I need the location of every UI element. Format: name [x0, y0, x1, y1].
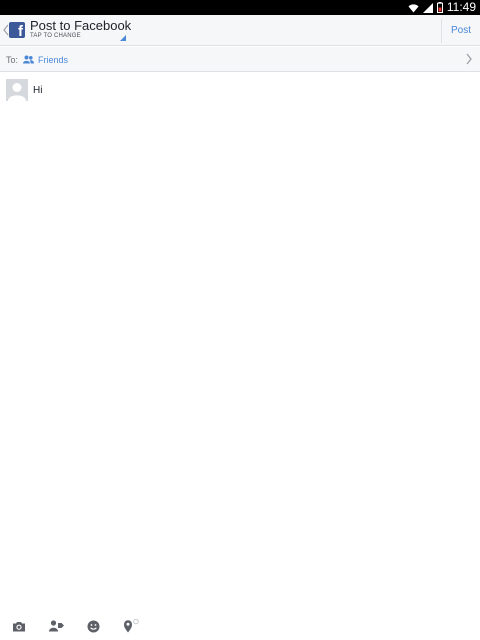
audience-selector-row[interactable]: To: Friends — [0, 47, 480, 72]
emoji-icon — [87, 620, 99, 632]
tap-to-change-label[interactable]: TAP TO CHANGE — [30, 33, 81, 39]
battery-icon — [436, 2, 443, 13]
to-label: To: — [6, 55, 19, 65]
tag-people-icon — [48, 620, 64, 632]
audience-selector[interactable]: Friends — [23, 51, 68, 68]
wifi-icon — [408, 3, 419, 12]
location-icon — [124, 619, 139, 633]
chevron-right-icon[interactable] — [465, 53, 473, 65]
audience-value: Friends — [38, 54, 69, 65]
camera-button[interactable] — [10, 618, 28, 634]
header-bar: f Post to Facebook TAP TO CHANGE Post — [0, 15, 480, 46]
cellular-signal-icon — [422, 2, 433, 13]
tag-people-button[interactable] — [47, 618, 65, 634]
camera-icon — [13, 621, 25, 631]
composer-toolbar — [0, 612, 480, 640]
status-icons: 11:49 — [408, 0, 476, 15]
dropdown-indicator-icon — [120, 35, 126, 41]
page-title[interactable]: Post to Facebook — [30, 18, 131, 33]
status-bar: 11:49 — [0, 0, 480, 15]
clock: 11:49 — [446, 0, 476, 14]
avatar — [6, 79, 28, 101]
location-button[interactable] — [122, 618, 140, 634]
friends-icon — [23, 55, 34, 64]
post-text-input[interactable]: Hi — [33, 85, 42, 96]
post-button[interactable]: Post — [442, 15, 480, 46]
profile-placeholder-icon — [6, 79, 28, 101]
facebook-logo[interactable]: f — [9, 22, 25, 39]
feeling-button[interactable] — [84, 618, 102, 634]
